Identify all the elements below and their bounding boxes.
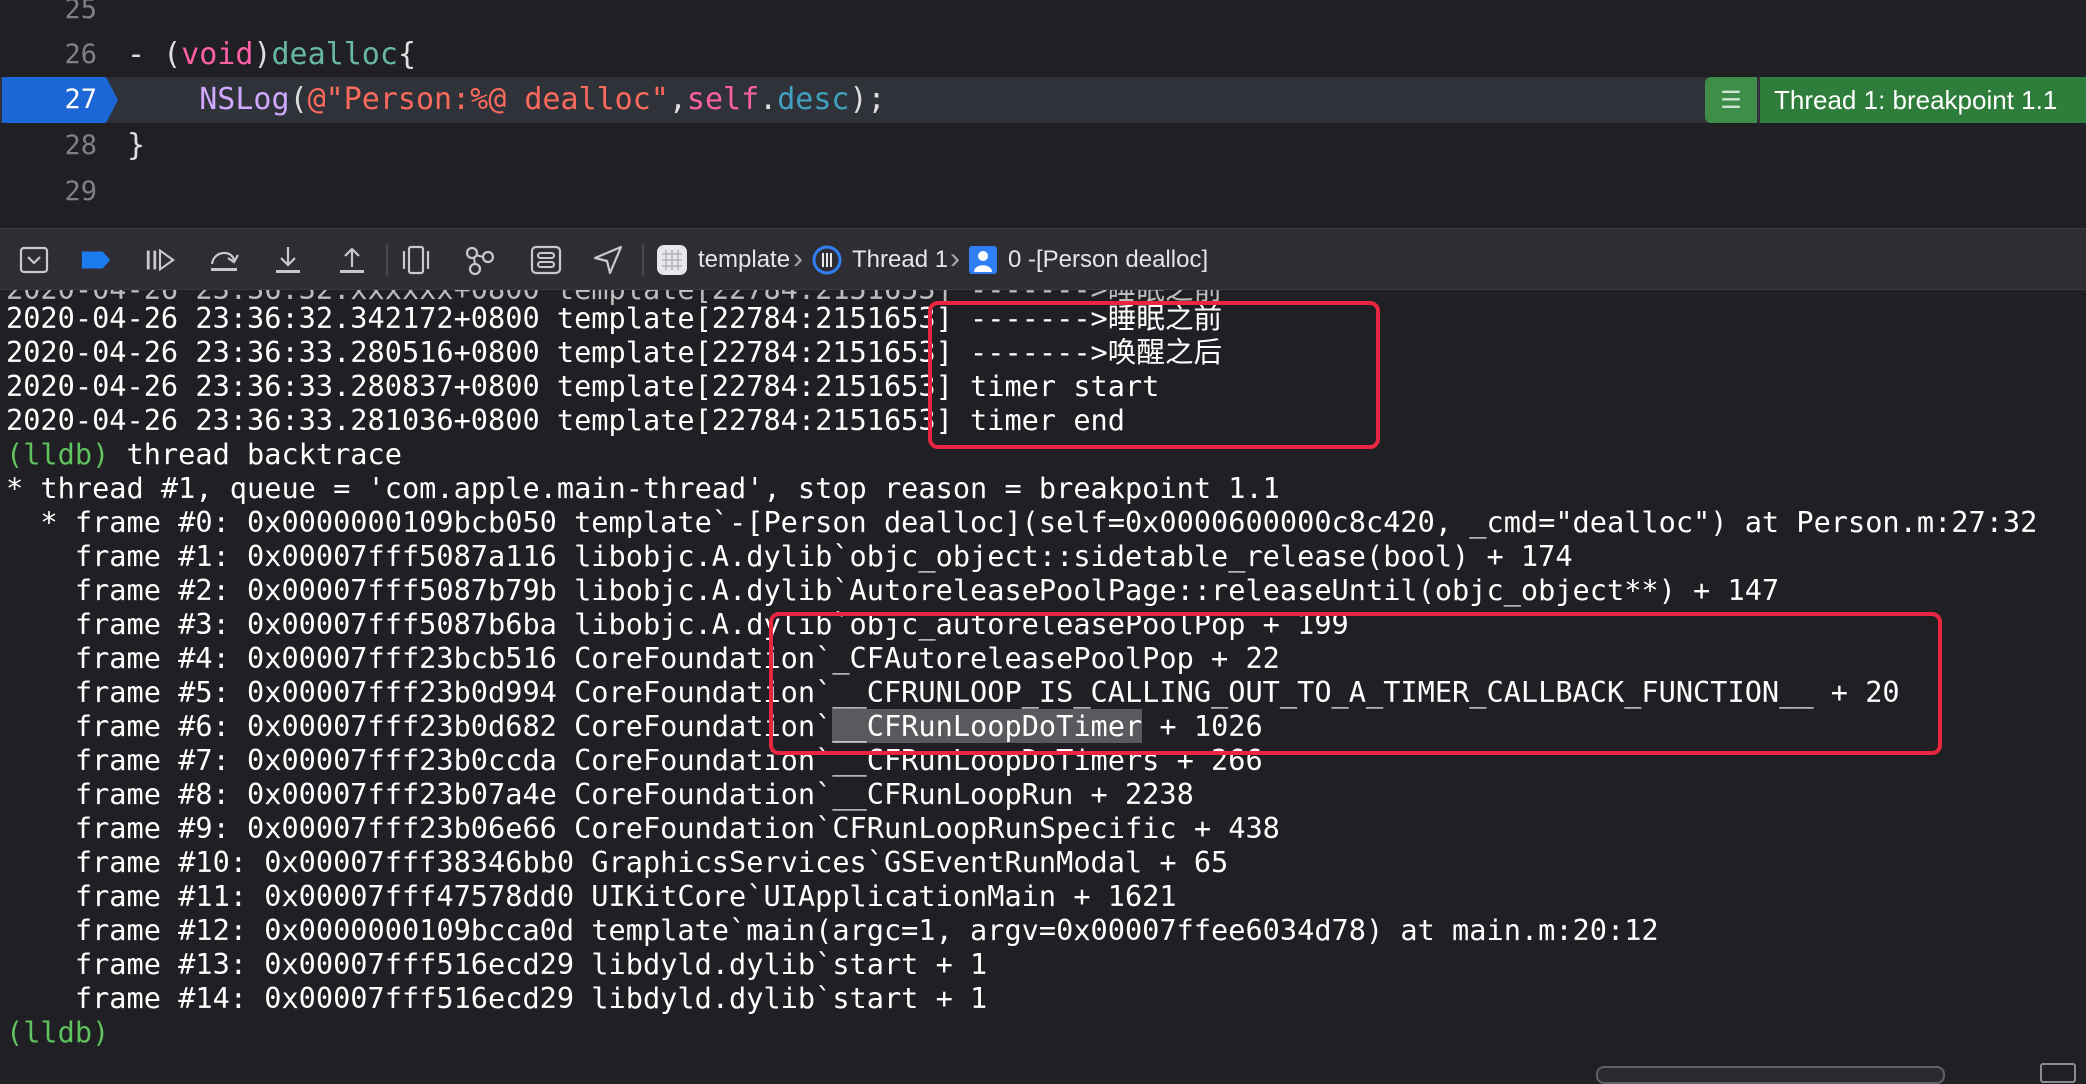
lldb-prompt: (lldb) xyxy=(6,437,110,471)
editor-line: 25 xyxy=(0,0,2086,33)
thread-icon xyxy=(812,245,842,275)
code-text: - (void)dealloc{ xyxy=(127,37,416,72)
memory-graph-icon[interactable] xyxy=(464,244,496,276)
console-scrollbar[interactable] xyxy=(1596,1066,1945,1084)
line-number: 26 xyxy=(64,39,97,70)
lldb-prompt: (lldb) xyxy=(6,1015,110,1049)
console-line: * thread #1, queue = 'com.apple.main-thr… xyxy=(6,471,1280,505)
breakpoints-toggle-icon[interactable] xyxy=(80,244,112,276)
command-text: thread backtrace xyxy=(109,437,402,471)
console-prompt-line[interactable]: (lldb) xyxy=(6,1015,109,1049)
user-frame-icon xyxy=(968,245,998,275)
breakpoint-label: Thread 1: breakpoint 1.1 xyxy=(1760,77,2086,123)
editor-line: 26 - (void)dealloc{ xyxy=(0,32,2086,78)
console-line: frame #8: 0x00007fff23b07a4e CoreFoundat… xyxy=(6,777,1194,811)
console-line: frame #10: 0x00007fff38346bb0 GraphicsSe… xyxy=(6,845,1229,879)
editor-line-current: 27 NSLog(@"Person:%@ dealloc",self.desc)… xyxy=(0,77,2086,123)
line-number: 27 xyxy=(64,84,97,115)
source-editor[interactable]: 25 26 - (void)dealloc{ 27 NSLog(@"Person… xyxy=(0,0,2086,228)
annotation-box-frames xyxy=(769,612,1942,755)
step-out-icon[interactable] xyxy=(336,244,368,276)
breadcrumb-app[interactable]: template xyxy=(656,242,790,278)
debug-bar: template › Thread 1 › 0 -[Person dealloc… xyxy=(0,228,2086,290)
breadcrumb-frame[interactable]: 0 -[Person dealloc] xyxy=(968,242,1208,278)
view-hierarchy-icon[interactable] xyxy=(400,244,432,276)
breadcrumb-label: 0 -[Person dealloc] xyxy=(1008,246,1209,273)
breadcrumb-label: template xyxy=(698,246,791,273)
line-number: 25 xyxy=(64,0,97,25)
environment-overrides-icon[interactable] xyxy=(530,244,562,276)
line-number: 28 xyxy=(64,130,97,161)
console-line: frame #14: 0x00007fff516ecd29 libdyld.dy… xyxy=(6,981,988,1015)
console-line: frame #12: 0x0000000109bcca0d template`m… xyxy=(6,913,1659,947)
line-number: 29 xyxy=(64,176,97,207)
breadcrumb-label: Thread 1 xyxy=(852,246,949,273)
split-view-icon[interactable] xyxy=(2040,1063,2076,1083)
continue-icon[interactable] xyxy=(144,244,176,276)
console-line: frame #1: 0x00007fff5087a116 libobjc.A.d… xyxy=(6,539,1573,573)
code-text: NSLog(@"Person:%@ dealloc",self.desc); xyxy=(199,82,886,117)
breakpoint-annotation[interactable]: ☰ Thread 1: breakpoint 1.1 xyxy=(1705,77,2086,123)
app-icon xyxy=(656,244,688,276)
hide-debug-area-icon[interactable] xyxy=(18,244,50,276)
annotation-box-log xyxy=(928,301,1380,449)
chevron-right-icon: › xyxy=(950,242,960,275)
debug-console[interactable]: 2020-04-26 23:36:32.xxxxxx+0800 template… xyxy=(0,290,2086,1076)
console-line: * frame #0: 0x0000000109bcb050 template`… xyxy=(6,505,2038,539)
editor-line: 29 xyxy=(0,169,2086,215)
toolbar-divider xyxy=(642,244,644,276)
console-line: frame #13: 0x00007fff516ecd29 libdyld.dy… xyxy=(6,947,988,981)
step-over-icon[interactable] xyxy=(208,244,240,276)
breadcrumb-thread[interactable]: Thread 1 xyxy=(812,242,948,278)
toolbar-divider xyxy=(386,244,388,276)
chevron-right-icon: › xyxy=(793,242,803,275)
simulate-location-icon[interactable] xyxy=(592,244,624,276)
console-command-line: (lldb) thread backtrace xyxy=(6,437,402,471)
console-line: frame #9: 0x00007fff23b06e66 CoreFoundat… xyxy=(6,811,1280,845)
editor-line: 28 } xyxy=(0,123,2086,169)
code-text: } xyxy=(127,128,146,163)
console-line: frame #2: 0x00007fff5087b79b libobjc.A.d… xyxy=(6,573,1780,607)
step-into-icon[interactable] xyxy=(272,244,304,276)
console-line: frame #11: 0x00007fff47578dd0 UIKitCore`… xyxy=(6,879,1177,913)
list-icon[interactable]: ☰ xyxy=(1705,77,1757,123)
